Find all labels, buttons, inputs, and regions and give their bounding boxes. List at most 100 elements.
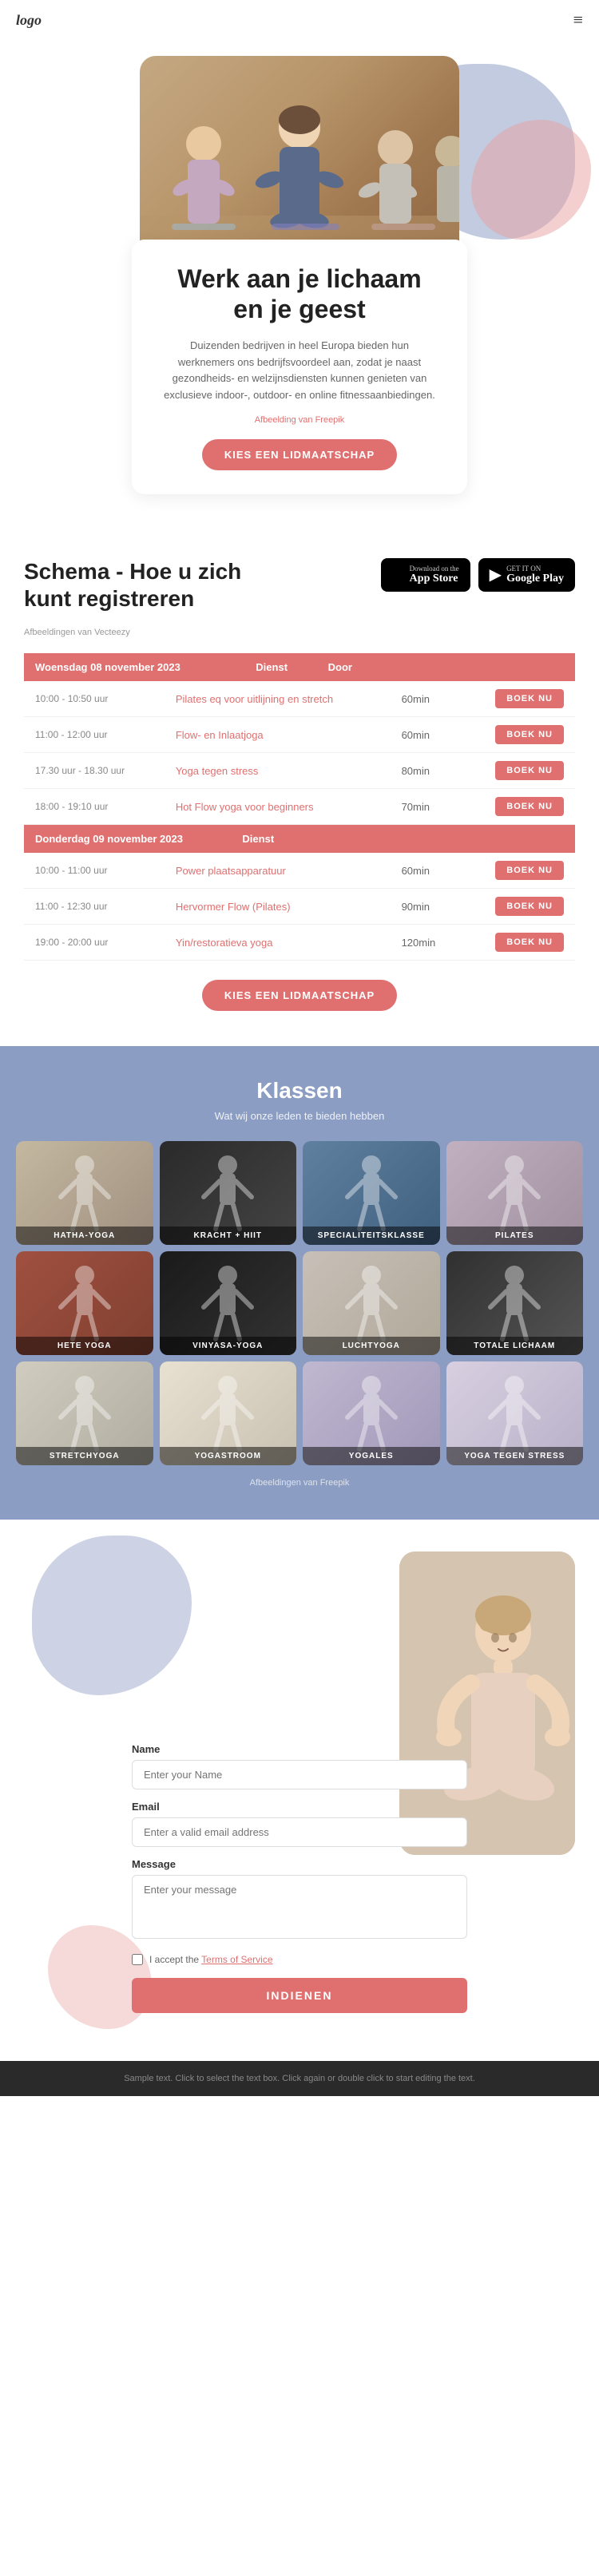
book-button[interactable]: BOEK NU (495, 933, 564, 952)
hero-cta-button[interactable]: KIES EEN LIDMAATSCHAP (202, 439, 397, 470)
class-name: Power plaatsapparatuur (165, 853, 391, 889)
class-card-label: STRETCHYOGA (16, 1447, 153, 1465)
logo: logo (16, 12, 42, 29)
name-label: Name (132, 1743, 467, 1755)
door-label-1: Door (328, 661, 352, 673)
schedule-image-credit: Afbeeldingen van Vecteezy (24, 628, 575, 637)
class-card-item[interactable]: LUCHTYOGA (303, 1251, 440, 1355)
class-card-label: TOTALE LICHAAM (446, 1337, 584, 1355)
day-header-row: Woensdag 08 november 2023 Dienst Door (24, 653, 575, 681)
name-input[interactable] (132, 1760, 467, 1789)
book-button[interactable]: BOEK NU (495, 897, 564, 916)
submit-button[interactable]: INDIENEN (132, 1978, 467, 2013)
class-card-item[interactable]: HETE YOGA (16, 1251, 153, 1355)
schedule-cta-container: KIES EEN LIDMAATSCHAP (24, 961, 575, 1030)
google-play-button[interactable]: ▶ GET IT ON Google Play (478, 558, 575, 592)
name-field-container: Name (132, 1743, 467, 1789)
class-book-cell: BOEK NU (461, 753, 575, 789)
class-name: Hot Flow yoga voor beginners (165, 789, 391, 825)
hero-section: Werk aan je lichaam en je geest Duizende… (0, 40, 599, 526)
contact-blob-blue (32, 1536, 192, 1695)
dienst-label-2: Dienst (242, 833, 274, 845)
hamburger-menu-icon[interactable]: ≡ (573, 10, 583, 30)
class-duration: 80min (391, 753, 462, 789)
class-name: Pilates eq voor uitlijning en stretch (165, 681, 391, 717)
class-card-label: LUCHTYOGA (303, 1337, 440, 1355)
classes-title: Klassen (16, 1078, 583, 1104)
day-header-row: Donderdag 09 november 2023 Dienst (24, 825, 575, 854)
class-duration: 120min (391, 925, 462, 961)
book-button[interactable]: BOEK NU (495, 797, 564, 816)
class-card-item[interactable]: SPECIALITEITSKLASSE (303, 1141, 440, 1245)
message-input[interactable] (132, 1875, 467, 1939)
class-duration: 60min (391, 853, 462, 889)
class-card-item[interactable]: STRETCHYOGA (16, 1361, 153, 1465)
message-label: Message (132, 1858, 467, 1870)
class-time: 11:00 - 12:00 uur (24, 717, 165, 753)
hero-image-bg (140, 56, 459, 264)
class-card-label: YOGASTROOM (160, 1447, 297, 1465)
class-book-cell: BOEK NU (461, 853, 575, 889)
table-row: 19:00 - 20:00 uur Yin/restoratieva yoga … (24, 925, 575, 961)
app-store-text: Download on the App Store (410, 565, 459, 585)
classes-grid: HATHA-YOGA KRACHT + HIIT SPECIALITEITSKLAS… (16, 1141, 583, 1465)
email-label: Email (132, 1801, 467, 1813)
class-name: Flow- en Inlaatjoga (165, 717, 391, 753)
message-field-container: Message (132, 1858, 467, 1943)
class-duration: 60min (391, 717, 462, 753)
class-time: 17.30 uur - 18.30 uur (24, 753, 165, 789)
class-book-cell: BOEK NU (461, 925, 575, 961)
book-button[interactable]: BOEK NU (495, 861, 564, 880)
schedule-cta-button[interactable]: KIES EEN LIDMAATSCHAP (202, 980, 397, 1011)
class-card-label: HETE YOGA (16, 1337, 153, 1355)
hero-image (140, 56, 459, 264)
classes-subtitle: Wat wij onze leden te bieden hebben (16, 1110, 583, 1122)
class-name: Yin/restoratieva yoga (165, 925, 391, 961)
class-book-cell: BOEK NU (461, 889, 575, 925)
class-card-item[interactable]: YOGA TEGEN STRESS (446, 1361, 584, 1465)
terms-checkbox-row: I accept the Terms of Service (132, 1954, 467, 1965)
classes-section: Klassen Wat wij onze leden te bieden heb… (0, 1046, 599, 1520)
class-book-cell: BOEK NU (461, 717, 575, 753)
hero-title: Werk aan je lichaam en je geest (164, 264, 435, 325)
contact-section: Name Email Message I accept the Terms of… (0, 1520, 599, 2061)
class-card-label: HATHA-YOGA (16, 1227, 153, 1245)
terms-link[interactable]: Terms of Service (201, 1954, 272, 1965)
classes-image-credit: Afbeeldingen van Freepik (16, 1478, 583, 1488)
day-1-header: Woensdag 08 november 2023 Dienst Door (24, 653, 575, 681)
class-book-cell: BOEK NU (461, 681, 575, 717)
class-card-label: SPECIALITEITSKLASSE (303, 1227, 440, 1245)
page-header: logo ≡ (0, 0, 599, 40)
table-row: 17.30 uur - 18.30 uur Yoga tegen stress … (24, 753, 575, 789)
contact-form-container: Name Email Message I accept the Terms of… (132, 1743, 467, 2013)
google-play-text: GET IT ON Google Play (506, 565, 564, 585)
table-row: 11:00 - 12:00 uur Flow- en Inlaatjoga 60… (24, 717, 575, 753)
class-name: Yoga tegen stress (165, 753, 391, 789)
class-card-item[interactable]: TOTALE LICHAAM (446, 1251, 584, 1355)
apple-icon:  (392, 565, 405, 584)
class-card-item[interactable]: YOGALES (303, 1361, 440, 1465)
class-card-item[interactable]: VINYASA-YOGA (160, 1251, 297, 1355)
email-field-container: Email (132, 1801, 467, 1847)
class-time: 18:00 - 19:10 uur (24, 789, 165, 825)
hero-yoga-illustration (140, 56, 459, 264)
class-duration: 60min (391, 681, 462, 717)
class-card-label: KRACHT + HIIT (160, 1227, 297, 1245)
class-time: 19:00 - 20:00 uur (24, 925, 165, 961)
schedule-table: Woensdag 08 november 2023 Dienst Door 10… (24, 653, 575, 961)
book-button[interactable]: BOEK NU (495, 725, 564, 744)
class-name: Hervormer Flow (Pilates) (165, 889, 391, 925)
day-2-header: Donderdag 09 november 2023 Dienst (24, 825, 575, 854)
class-card-item[interactable]: HATHA-YOGA (16, 1141, 153, 1245)
email-input[interactable] (132, 1817, 467, 1847)
class-card-item[interactable]: KRACHT + HIIT (160, 1141, 297, 1245)
class-card-item[interactable]: YOGASTROOM (160, 1361, 297, 1465)
terms-checkbox[interactable] (132, 1954, 143, 1965)
book-button[interactable]: BOEK NU (495, 689, 564, 708)
book-button[interactable]: BOEK NU (495, 761, 564, 780)
schedule-title: Schema - Hoe u zich kunt registreren (24, 558, 248, 612)
class-card-item[interactable]: PILATES (446, 1141, 584, 1245)
table-row: 10:00 - 11:00 uur Power plaatsapparatuur… (24, 853, 575, 889)
class-card-label: VINYASA-YOGA (160, 1337, 297, 1355)
app-store-button[interactable]:  Download on the App Store (381, 558, 470, 592)
